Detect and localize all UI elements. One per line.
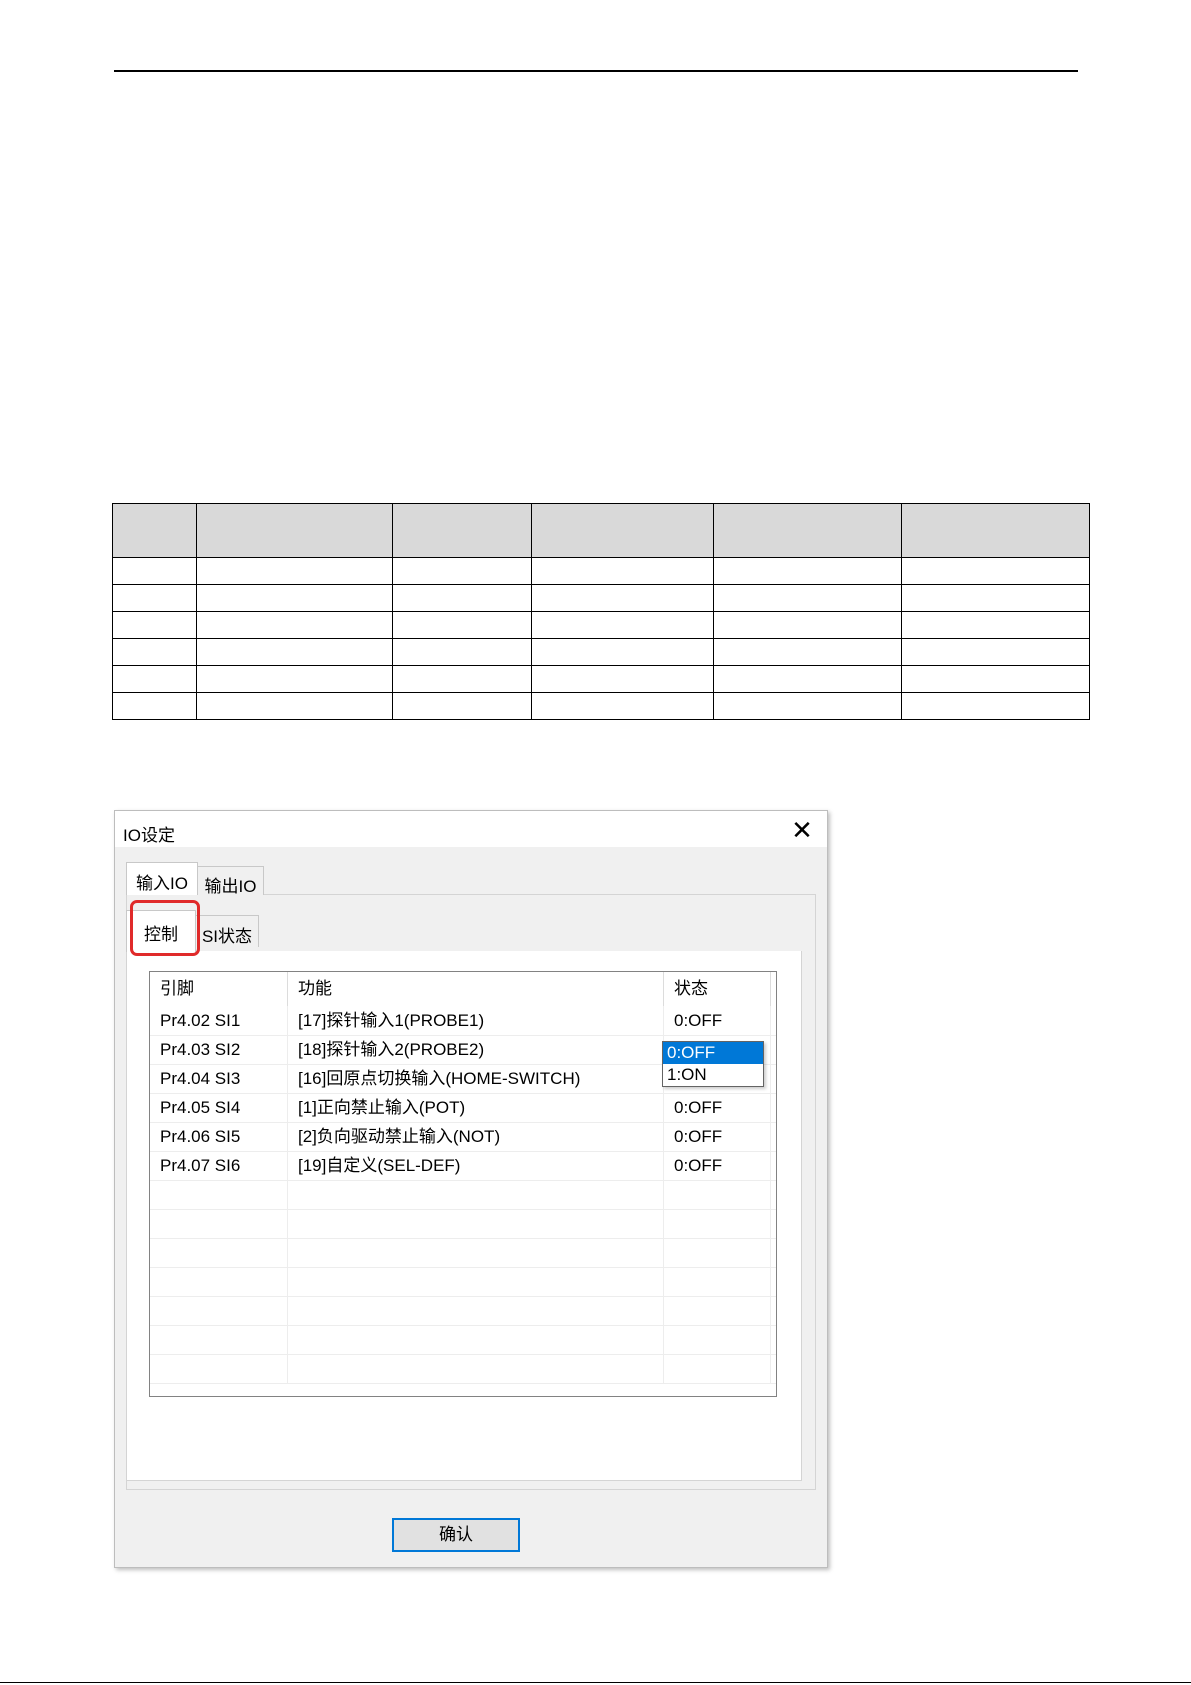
state-cell[interactable]: 0:OFF — [664, 1093, 771, 1122]
function-cell: [2]负向驱动禁止输入(NOT) — [288, 1122, 664, 1151]
empty-row — [150, 1354, 776, 1384]
dropdown-option-off[interactable]: 0:OFF — [663, 1042, 763, 1064]
empty-row — [150, 1325, 776, 1355]
dialog-titlebar: IO设定 ✕ — [115, 811, 827, 847]
table-row[interactable]: Pr4.07 SI6 [19]自定义(SEL-DEF) 0:OFF — [150, 1151, 776, 1181]
table-row[interactable]: Pr4.02 SI1 [17]探针输入1(PROBE1) 0:OFF — [150, 1006, 776, 1036]
state-cell[interactable]: 0:OFF — [664, 1006, 771, 1035]
close-icon[interactable]: ✕ — [787, 815, 817, 845]
state-cell[interactable]: 0:OFF — [664, 1122, 771, 1151]
list-header: 引脚 功能 状态 — [150, 972, 776, 1006]
function-cell: [19]自定义(SEL-DEF) — [288, 1151, 664, 1180]
table-row — [112, 611, 1090, 639]
table-row[interactable]: Pr4.05 SI4 [1]正向禁止输入(POT) 0:OFF — [150, 1093, 776, 1123]
table-row — [112, 638, 1090, 666]
highlight-box — [130, 900, 200, 956]
document-table — [112, 503, 1090, 720]
function-cell: [1]正向禁止输入(POT) — [288, 1093, 664, 1122]
empty-row — [150, 1238, 776, 1268]
table-header-row — [112, 503, 1090, 558]
state-cell[interactable]: 0:OFF — [664, 1151, 771, 1180]
pin-cell: Pr4.06 SI5 — [150, 1122, 288, 1151]
function-cell: [18]探针输入2(PROBE2) — [288, 1035, 664, 1064]
pin-cell: Pr4.03 SI2 — [150, 1035, 288, 1064]
tab-input-io[interactable]: 输入IO — [126, 862, 198, 895]
empty-row — [150, 1267, 776, 1297]
table-row — [112, 584, 1090, 612]
empty-row — [150, 1209, 776, 1239]
empty-row — [150, 1180, 776, 1210]
column-header-pin[interactable]: 引脚 — [150, 972, 288, 1006]
column-header-state[interactable]: 状态 — [664, 972, 771, 1006]
table-row — [112, 557, 1090, 585]
pin-cell: Pr4.02 SI1 — [150, 1006, 288, 1035]
pin-cell: Pr4.05 SI4 — [150, 1093, 288, 1122]
io-listview[interactable]: 引脚 功能 状态 Pr4.02 SI1 [17]探针输入1(PROBE1) 0:… — [149, 971, 777, 1397]
state-dropdown[interactable]: 0:OFF 1:ON — [662, 1041, 764, 1087]
footer-rule — [0, 1682, 1191, 1683]
column-header-function[interactable]: 功能 — [288, 972, 664, 1006]
table-row — [112, 692, 1090, 720]
dropdown-option-on[interactable]: 1:ON — [663, 1064, 763, 1086]
header-rule — [114, 70, 1078, 72]
tab-output-io[interactable]: 输出IO — [198, 866, 264, 896]
function-cell: [16]回原点切换输入(HOME-SWITCH) — [288, 1064, 664, 1093]
pin-cell: Pr4.07 SI6 — [150, 1151, 288, 1180]
pin-cell: Pr4.04 SI3 — [150, 1064, 288, 1093]
function-cell: [17]探针输入1(PROBE1) — [288, 1006, 664, 1035]
io-settings-dialog: IO设定 ✕ 输入IO 输出IO 控制 SI状态 引脚 功能 状态 Pr4.02… — [114, 810, 828, 1568]
tab-si-status[interactable]: SI状态 — [196, 915, 259, 947]
confirm-button[interactable]: 确认 — [392, 1518, 520, 1552]
dialog-title: IO设定 — [123, 826, 175, 845]
empty-row — [150, 1296, 776, 1326]
table-row[interactable]: Pr4.06 SI5 [2]负向驱动禁止输入(NOT) 0:OFF — [150, 1122, 776, 1152]
table-row — [112, 665, 1090, 693]
